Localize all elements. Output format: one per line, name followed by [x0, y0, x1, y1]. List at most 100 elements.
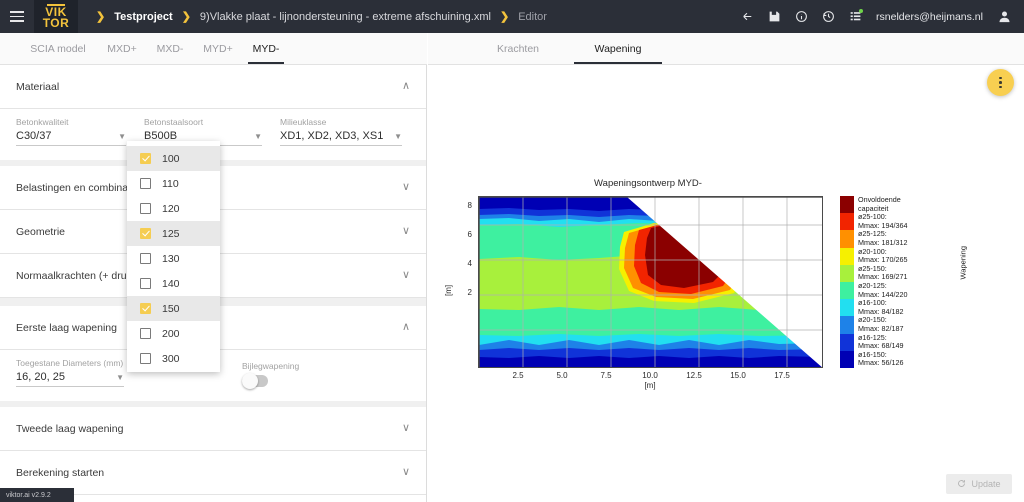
diameters-dropdown-menu[interactable]: 100 110 120 125 130 140 150 200 300: [127, 141, 220, 372]
field-betonkwaliteit[interactable]: Betonkwaliteit C30/37 ▼: [16, 117, 126, 146]
y-tick-4: 4: [467, 259, 472, 268]
checkbox-icon[interactable]: [140, 328, 151, 339]
dropdown-option-label: 125: [162, 227, 180, 240]
update-button[interactable]: Update: [946, 474, 1012, 494]
x-axis-label: [m]: [644, 381, 656, 390]
dot: [999, 81, 1002, 84]
field-toegestane-diameters-label: Toegestane Diameters (mm): [16, 358, 124, 368]
field-toegestane-diameters[interactable]: Toegestane Diameters (mm) 16, 20, 25 ▼: [16, 358, 124, 387]
tab-mxd-minus[interactable]: MXD-: [146, 33, 194, 64]
save-icon[interactable]: [768, 10, 781, 23]
history-icon[interactable]: [822, 10, 835, 23]
dropdown-option-label: 150: [162, 302, 180, 315]
chart-title: Wapeningsontwerp MYD-: [594, 178, 702, 189]
chevron-down-icon[interactable]: ▼: [384, 131, 402, 142]
chevron-down-icon: ∨: [401, 466, 410, 478]
checkbox-icon[interactable]: [140, 303, 151, 314]
dropdown-option-125[interactable]: 125: [127, 221, 220, 246]
info-icon[interactable]: [795, 10, 808, 23]
bijlegwapening-toggle[interactable]: [242, 373, 268, 389]
chevron-down-icon: ∨: [401, 181, 410, 193]
result-panel: Wapeningsontwerp MYD- 2 4 6 8 [m] 2.5 5.…: [428, 65, 1024, 502]
field-bijlegwapening-label: Bijlegwapening: [242, 361, 300, 371]
legend-entry: ø20-150: Mmax: 82/187: [858, 316, 904, 333]
dropdown-option-label: 300: [162, 352, 180, 365]
dropdown-option-150[interactable]: 150: [127, 296, 220, 321]
checkbox-icon[interactable]: [140, 278, 151, 289]
legend-swatch: [840, 264, 854, 282]
activity-log-icon[interactable]: [849, 9, 864, 23]
y-tick-8: 8: [467, 201, 472, 210]
notification-dot: [859, 9, 864, 13]
viktor-logo[interactable]: VIK TOR: [34, 0, 78, 33]
dropdown-option-140[interactable]: 140: [127, 271, 220, 296]
section-berekening-starten-title: Berekening starten: [16, 466, 105, 479]
section-tweede-laag-header[interactable]: Tweede laag wapening ∨: [0, 407, 426, 451]
legend-entry-line2: Mmax: 56/126: [858, 358, 904, 368]
checkbox-icon[interactable]: [140, 353, 151, 364]
chevron-down-icon[interactable]: ▼: [244, 131, 262, 142]
legend-swatch: [840, 350, 854, 368]
dropdown-option-130[interactable]: 130: [127, 246, 220, 271]
tab-krachten[interactable]: Krachten: [468, 33, 568, 64]
legend-colorbar: [840, 196, 854, 368]
field-betonkwaliteit-label: Betonkwaliteit: [16, 117, 69, 127]
chevron-down-icon[interactable]: ▼: [108, 131, 126, 142]
chevron-up-icon: ∧: [401, 321, 410, 333]
wapening-chart: Wapeningsontwerp MYD- 2 4 6 8 [m] 2.5 5.…: [438, 178, 978, 393]
legend-swatch: [840, 299, 854, 317]
more-options-button[interactable]: [987, 69, 1014, 96]
contour-plot: [478, 196, 823, 368]
field-toegestane-diameters-value: 16, 20, 25: [16, 371, 65, 383]
left-tab-strip: SCIA model MXD+ MXD- MYD+ MYD-: [0, 33, 427, 65]
legend-label-list: Onvoldoende capaciteit ø25-100: Mmax: 194/3…: [858, 195, 956, 368]
legend-swatch: [840, 316, 854, 334]
section-geometrie-title: Geometrie: [16, 225, 66, 238]
legend-swatch: [840, 247, 854, 265]
chevron-down-icon: ∨: [401, 269, 410, 281]
field-milieuklasse[interactable]: Milieuklasse XD1, XD2, XD3, XS1, XS... ▼: [280, 117, 402, 146]
contour-svg: [479, 197, 822, 367]
tab-myd-minus[interactable]: MYD-: [242, 33, 290, 64]
dropdown-option-300[interactable]: 300: [127, 346, 220, 371]
tab-myd-plus[interactable]: MYD+: [194, 33, 242, 64]
x-tick-10.0: 10.0: [642, 371, 658, 380]
chevron-down-icon[interactable]: ▼: [106, 372, 124, 383]
checkbox-icon[interactable]: [140, 178, 151, 189]
tab-mxd-plus[interactable]: MXD+: [98, 33, 146, 64]
breadcrumb-separator: ❯: [181, 11, 191, 23]
chevron-down-icon: ∨: [401, 225, 410, 237]
back-arrow-icon[interactable]: [741, 10, 754, 23]
dropdown-option-110[interactable]: 110: [127, 171, 220, 196]
dropdown-option-120[interactable]: 120: [127, 196, 220, 221]
legend-entry: ø16-125: Mmax: 68/149: [858, 333, 904, 351]
top-bar: VIK TOR ❯ Testproject ❯ 9)Vlakke plaat -…: [0, 0, 1024, 33]
section-eerste-laag-title: Eerste laag wapening: [16, 321, 117, 334]
checkbox-icon[interactable]: [140, 153, 151, 164]
dropdown-option-label: 100: [162, 152, 180, 165]
section-materiaal-header[interactable]: Materiaal ∧: [0, 65, 426, 109]
legend-entry: ø25-150: Mmax: 169/271: [858, 264, 908, 282]
checkbox-icon[interactable]: [140, 253, 151, 264]
section-belastingen-title: Belastingen en combinaties: [16, 181, 145, 194]
field-milieuklasse-value: XD1, XD2, XD3, XS1, XS...: [280, 130, 385, 142]
breadcrumb-editor[interactable]: Editor: [518, 11, 547, 23]
legend-swatch: [840, 230, 854, 248]
dropdown-option-label: 200: [162, 327, 180, 340]
top-bar-actions: rsnelders@heijmans.nl: [741, 9, 1024, 24]
breadcrumb-project[interactable]: Testproject: [114, 11, 172, 23]
legend-entry: ø25-100: Mmax: 194/364: [858, 213, 908, 230]
checkbox-icon[interactable]: [140, 228, 151, 239]
tab-scia-model[interactable]: SCIA model: [18, 33, 98, 64]
dropdown-option-100[interactable]: 100: [127, 146, 220, 171]
chart-legend: Onvoldoende capaciteit ø25-100: Mmax: 194/3…: [838, 195, 967, 368]
account-icon[interactable]: [997, 9, 1012, 24]
checkbox-icon[interactable]: [140, 203, 151, 214]
legend-swatch: [840, 281, 854, 300]
breadcrumb-file[interactable]: 9)Vlakke plaat - lijnondersteuning - ext…: [200, 11, 491, 23]
dropdown-option-200[interactable]: 200: [127, 321, 220, 346]
tab-wapening[interactable]: Wapening: [568, 33, 668, 64]
menu-icon[interactable]: [0, 11, 34, 22]
legend-swatch: [840, 196, 854, 214]
logo-line-2: TOR: [42, 15, 70, 30]
